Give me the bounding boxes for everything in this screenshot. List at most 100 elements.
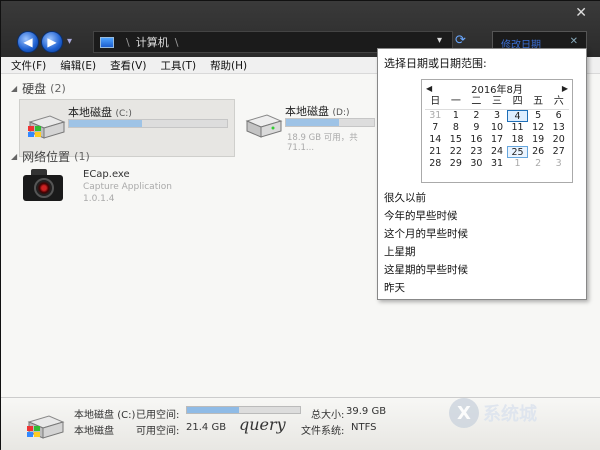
clear-search-icon[interactable]: ✕: [570, 36, 578, 48]
drive-letter: (C:): [117, 410, 136, 421]
calendar-day[interactable]: 7: [425, 122, 446, 134]
preset-earlier-this-week[interactable]: 这星期的早些时候: [384, 261, 468, 279]
calendar-day[interactable]: 6: [548, 110, 569, 122]
prev-month-icon[interactable]: ◀: [426, 84, 432, 93]
camera-icon: [23, 169, 65, 203]
collapse-icon[interactable]: ◢: [11, 152, 17, 161]
calendar-day[interactable]: 3: [487, 110, 508, 122]
next-month-icon[interactable]: ▶: [562, 84, 568, 93]
calendar-day[interactable]: 2: [466, 110, 487, 122]
app-description: Capture Application: [83, 182, 172, 192]
calendar-day[interactable]: 22: [446, 146, 467, 158]
menu-edit[interactable]: 编辑(E): [60, 58, 96, 73]
refresh-icon[interactable]: ⟳: [455, 33, 466, 48]
date-presets: 很久以前 今年的早些时候 这个月的早些时候 上星期 这星期的早些时候 昨天: [384, 189, 468, 297]
calendar-day[interactable]: 29: [446, 158, 467, 170]
breadcrumb-separator[interactable]: \: [175, 36, 179, 49]
menu-view[interactable]: 查看(V): [110, 58, 146, 73]
calendar-day[interactable]: 26: [528, 146, 549, 158]
breadcrumb-separator: \: [126, 35, 130, 49]
date-filter-popup: 选择日期或日期范围: ◀ 2016年8月 ▶ 日一二三四五六 31 1 2 3 4 5 6 7 8…: [377, 48, 587, 300]
calendar-day[interactable]: 17: [487, 134, 508, 146]
computer-icon: [100, 36, 114, 48]
drive-name: 本地磁盘: [68, 106, 112, 119]
calendar-day[interactable]: 21: [425, 146, 446, 158]
free-space-value: 21.4 GB: [186, 422, 227, 433]
group-label: 硬盘: [22, 82, 47, 96]
explorer-window: ✕ ◀ ▶ ▾ \ 计算机 \ ▾ ⟳ 修改日期 ✕ 文件(F) 编辑(E) 查…: [0, 0, 600, 450]
preset-long-ago[interactable]: 很久以前: [384, 189, 468, 207]
history-dropdown-icon[interactable]: ▾: [67, 36, 72, 47]
preset-last-week[interactable]: 上星期: [384, 243, 468, 261]
calendar-day[interactable]: 27: [548, 146, 569, 158]
back-button[interactable]: ◀: [17, 31, 39, 53]
calendar-day[interactable]: 8: [446, 122, 467, 134]
group-count: (2): [50, 82, 66, 95]
breadcrumb-computer[interactable]: 计算机: [136, 34, 169, 50]
free-space-label: 可用空间:: [136, 426, 180, 437]
calendar-day[interactable]: 24: [487, 146, 508, 158]
calendar-day[interactable]: 12: [528, 122, 549, 134]
used-space-label: 已用空间:: [136, 410, 180, 421]
watermark-icon: X: [449, 398, 479, 428]
calendar-day[interactable]: 23: [466, 146, 487, 158]
calendar-day[interactable]: 4: [507, 110, 528, 122]
app-ecap[interactable]: ECap.exe Capture Application 1.0.1.4: [23, 169, 223, 209]
calendar-day[interactable]: 20: [548, 134, 569, 146]
forward-arrow-icon: ▶: [47, 35, 57, 49]
preset-earlier-this-month[interactable]: 这个月的早些时候: [384, 225, 468, 243]
weekday-label: 五: [527, 96, 549, 110]
calendar-day[interactable]: 10: [487, 122, 508, 134]
group-network-locations[interactable]: ◢ 网络位置 (1): [11, 148, 90, 165]
menu-tools[interactable]: 工具(T): [160, 58, 196, 73]
collapse-icon[interactable]: ◢: [11, 84, 17, 93]
calendar-day[interactable]: 3: [548, 158, 569, 170]
menu-help[interactable]: 帮助(H): [210, 58, 247, 73]
detail-drive-name-2: 本地磁盘: [74, 426, 114, 437]
watermark-logo: X 系统城: [449, 398, 589, 428]
group-count: (1): [74, 150, 90, 163]
calendar-day[interactable]: 19: [528, 134, 549, 146]
calendar-day[interactable]: 30: [466, 158, 487, 170]
used-space-bar: [186, 406, 301, 414]
preset-yesterday[interactable]: 昨天: [384, 279, 468, 297]
group-label: 网络位置: [22, 150, 71, 164]
calendar-header: ◀ 2016年8月 ▶: [422, 80, 572, 96]
hard-drive-icon: [27, 415, 65, 439]
hard-drive-icon: [28, 115, 66, 139]
calendar-day[interactable]: 18: [507, 134, 528, 146]
calendar-day[interactable]: 28: [425, 158, 446, 170]
drive-usage-bar: [285, 118, 375, 127]
calendar-day[interactable]: 13: [548, 122, 569, 134]
popup-title: 选择日期或日期范围:: [384, 57, 487, 70]
weekday-label: 四: [507, 96, 528, 110]
detail-drive-name: 本地磁盘 (C:): [74, 406, 135, 421]
preset-earlier-this-year[interactable]: 今年的早些时候: [384, 207, 468, 225]
calendar-day[interactable]: 16: [466, 134, 487, 146]
address-dropdown-icon[interactable]: ▾: [437, 35, 442, 46]
close-icon[interactable]: ✕: [575, 5, 587, 21]
calendar-day[interactable]: 15: [446, 134, 467, 146]
calendar-day[interactable]: 2: [528, 158, 549, 170]
app-version: 1.0.1.4: [83, 194, 115, 204]
calendar-day[interactable]: 25: [507, 146, 528, 158]
calendar-day[interactable]: 14: [425, 134, 446, 146]
calendar-day[interactable]: 5: [528, 110, 549, 122]
watermark-text: 系统城: [483, 404, 537, 425]
calendar-day[interactable]: 31: [487, 158, 508, 170]
calendar-day[interactable]: 1: [507, 158, 528, 170]
weekday-label: 日: [425, 96, 446, 110]
calendar-day[interactable]: 9: [466, 122, 487, 134]
month-label[interactable]: 2016年8月: [471, 81, 523, 96]
calendar-day[interactable]: 1: [446, 110, 467, 122]
calendar-day[interactable]: 31: [425, 110, 446, 122]
menu-file[interactable]: 文件(F): [11, 58, 46, 73]
drive-d[interactable]: 本地磁盘 (D:) 18.9 GB 可用，共 71.1...: [237, 99, 377, 157]
drive-usage-bar: [68, 119, 228, 128]
forward-button[interactable]: ▶: [41, 31, 63, 53]
usage-fill: [187, 407, 239, 413]
weekday-label: 一: [445, 96, 467, 110]
calendar-day[interactable]: 11: [507, 122, 528, 134]
filesystem-label: 文件系统:: [301, 426, 345, 437]
group-hard-disks[interactable]: ◢ 硬盘 (2): [11, 80, 66, 97]
